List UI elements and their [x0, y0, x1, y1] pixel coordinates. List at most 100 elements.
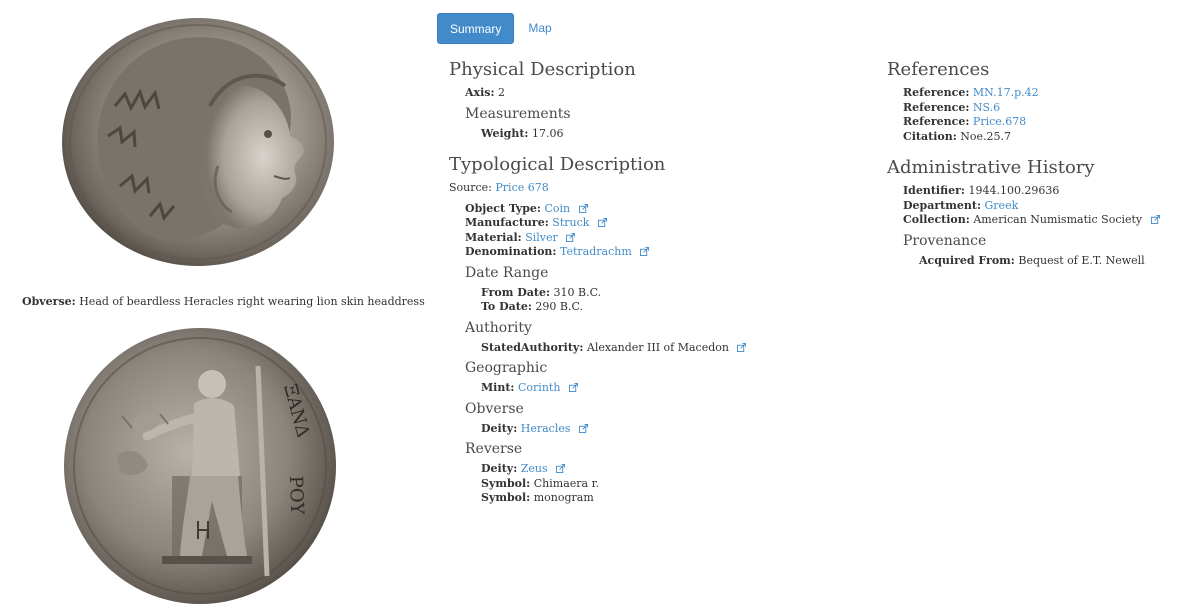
denomination-label: Denomination:	[465, 245, 557, 258]
acquired-from-label: Acquired From:	[919, 253, 1015, 267]
reference-link[interactable]: Price.678	[973, 115, 1026, 128]
external-link-icon[interactable]	[640, 247, 650, 256]
obverse-deity-link[interactable]: Heracles	[521, 422, 571, 435]
manufacture-label: Manufacture:	[465, 216, 549, 229]
reference-label: Reference:	[903, 86, 970, 99]
external-link-icon[interactable]	[566, 232, 576, 242]
symbol-value: monogram	[533, 491, 594, 504]
symbol-label: Symbol:	[481, 491, 531, 504]
citation-value: Noe.25.7	[960, 129, 1012, 143]
mint-link[interactable]: Corinth	[518, 381, 560, 394]
material-link[interactable]: Silver	[525, 231, 558, 244]
acquired-from-row: Acquired From: Bequest of E.T. Newell	[887, 254, 1187, 269]
summary-column-side: References Reference: MN.17.p.42 Referen…	[887, 58, 1187, 268]
reference-label: Reference:	[903, 115, 970, 128]
axis-label: Axis:	[465, 86, 495, 99]
external-link-icon[interactable]	[597, 218, 607, 227]
measurements-heading: Measurements	[465, 105, 571, 122]
reference-link[interactable]: NS.6	[973, 101, 1000, 114]
symbol-value: Chimaera r.	[533, 476, 600, 490]
denomination-row: Denomination: Tetradrachm	[449, 245, 879, 260]
external-link-icon[interactable]	[556, 464, 566, 473]
authority-heading: Authority	[465, 319, 532, 336]
mint-label: Mint:	[481, 381, 515, 394]
reverse-heading: Reverse	[465, 441, 523, 457]
external-link-icon[interactable]	[579, 423, 589, 433]
identifier-row: Identifier: 1944.100.29636	[887, 184, 1187, 199]
collection-value: American Numismatic Society	[973, 213, 1143, 226]
weight-value: 17.06	[531, 126, 564, 140]
source-row: Source: Price 678	[449, 181, 879, 196]
material-label: Material:	[465, 230, 522, 244]
object-type-row: Object Type: Coin	[449, 202, 879, 217]
external-link-icon[interactable]	[578, 203, 588, 213]
reference-row: Reference: Price.678	[887, 115, 1187, 130]
weight-label: Weight:	[481, 126, 529, 140]
external-link-icon[interactable]	[568, 383, 578, 392]
collection-row: Collection: American Numismatic Society	[887, 213, 1187, 228]
stated-authority-value: Alexander III of Macedon	[586, 340, 729, 354]
svg-text:ΡΟΥ: ΡΟΥ	[285, 475, 307, 516]
denomination-link[interactable]: Tetradrachm	[560, 245, 632, 258]
reverse-deity-row: Deity: Zeus	[449, 462, 879, 477]
geographic-heading: Geographic	[465, 360, 548, 376]
reference-label: Reference:	[903, 100, 970, 114]
identifier-value: 1944.100.29636	[968, 184, 1060, 197]
citation-label: Citation:	[903, 129, 957, 143]
material-row: Material: Silver	[449, 231, 879, 246]
tab-bar: Summary Map	[437, 13, 564, 44]
from-date-row: From Date: 310 B.C.	[449, 286, 879, 301]
typological-description-heading: Typological Description	[449, 154, 666, 175]
to-date-value: 290 B.C.	[535, 300, 583, 313]
obverse-coin-image[interactable]	[60, 16, 340, 272]
page-title-cropped	[30, 0, 320, 11]
manufacture-row: Manufacture: Struck	[449, 216, 879, 231]
administrative-history-heading: Administrative History	[887, 157, 1095, 178]
stated-authority-label: StatedAuthority:	[481, 340, 584, 354]
tab-map[interactable]: Map	[516, 13, 563, 44]
object-type-link[interactable]: Coin	[544, 202, 570, 215]
obverse-caption-label: Obverse:	[22, 295, 76, 308]
manufacture-link[interactable]: Struck	[552, 216, 589, 229]
department-link[interactable]: Greek	[985, 199, 1019, 212]
symbol-row: Symbol: monogram	[449, 491, 879, 506]
physical-description-heading: Physical Description	[449, 59, 636, 80]
reverse-deity-label: Deity:	[481, 462, 518, 475]
reference-link[interactable]: MN.17.p.42	[973, 86, 1039, 99]
symbol-label: Symbol:	[481, 476, 531, 490]
reverse-deity-link[interactable]: Zeus	[521, 462, 548, 475]
axis-row: Axis: 2	[449, 86, 879, 101]
to-date-row: To Date: 290 B.C.	[449, 300, 879, 315]
department-row: Department: Greek	[887, 199, 1187, 214]
obverse-deity-row: Deity: Heracles	[449, 422, 879, 437]
summary-column-main: Physical Description Axis: 2 Measurement…	[449, 58, 879, 506]
reference-row: Reference: NS.6	[887, 101, 1187, 116]
acquired-from-value: Bequest of E.T. Newell	[1018, 253, 1145, 267]
external-link-icon[interactable]	[737, 342, 747, 352]
source-label: Source:	[449, 181, 492, 194]
external-link-icon[interactable]	[1150, 215, 1160, 224]
obverse-deity-label: Deity:	[481, 421, 518, 435]
obverse-caption-text: Head of beardless Heracles right wearing…	[79, 295, 425, 308]
from-date-value: 310 B.C.	[553, 285, 602, 299]
source-link[interactable]: Price 678	[495, 181, 548, 194]
axis-value: 2	[498, 86, 506, 99]
obverse-caption: Obverse: Head of beardless Heracles righ…	[22, 295, 425, 308]
stated-authority-row: StatedAuthority: Alexander III of Macedo…	[449, 341, 879, 356]
symbol-row: Symbol: Chimaera r.	[449, 477, 879, 492]
identifier-label: Identifier:	[903, 184, 965, 197]
citation-row: Citation: Noe.25.7	[887, 130, 1187, 145]
reverse-coin-image[interactable]: ΞΑΝΔ ΡΟΥ	[62, 326, 340, 608]
reference-row: Reference: MN.17.p.42	[887, 86, 1187, 101]
weight-row: Weight: 17.06	[449, 127, 879, 142]
object-type-label: Object Type:	[465, 201, 541, 215]
tab-summary[interactable]: Summary	[437, 13, 515, 44]
provenance-heading: Provenance	[903, 232, 987, 249]
collection-label: Collection:	[903, 213, 970, 226]
date-range-heading: Date Range	[465, 264, 549, 281]
department-label: Department:	[903, 198, 982, 212]
to-date-label: To Date:	[481, 300, 532, 313]
references-heading: References	[887, 59, 990, 80]
mint-row: Mint: Corinth	[449, 381, 879, 396]
obverse-heading: Obverse	[465, 400, 524, 417]
